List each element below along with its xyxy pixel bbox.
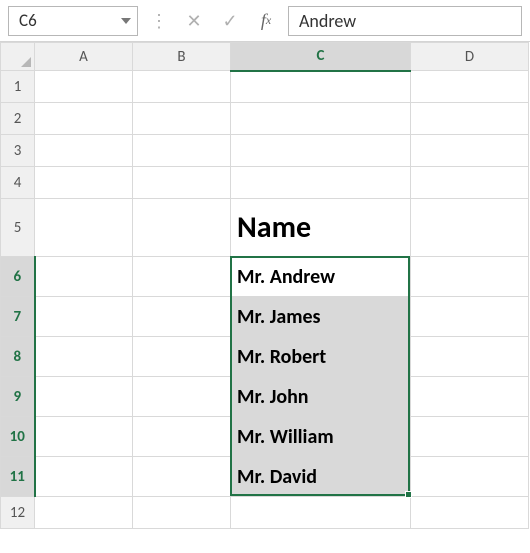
cancel-icon[interactable]: ✕	[180, 7, 208, 35]
cell-A1[interactable]	[35, 71, 133, 103]
cell-C7[interactable]: Mr. James	[231, 297, 411, 337]
row-header-12[interactable]: 12	[1, 497, 35, 529]
cell-B6[interactable]	[133, 257, 231, 297]
row-header-5[interactable]: 5	[1, 199, 35, 257]
cell-D7[interactable]	[411, 297, 529, 337]
select-all-corner[interactable]	[1, 43, 35, 71]
spreadsheet-grid[interactable]: ABCD12345Name6Mr. Andrew7Mr. James8Mr. R…	[0, 42, 530, 529]
accept-icon[interactable]: ✓	[216, 7, 244, 35]
row-header-10[interactable]: 10	[1, 417, 35, 457]
cell-D2[interactable]	[411, 103, 529, 135]
cell-B1[interactable]	[133, 71, 231, 103]
cell-A10[interactable]	[35, 417, 133, 457]
col-header-B[interactable]: B	[133, 43, 231, 71]
cell-C4[interactable]	[231, 167, 411, 199]
cell-D9[interactable]	[411, 377, 529, 417]
cell-A4[interactable]	[35, 167, 133, 199]
cell-C5[interactable]: Name	[231, 199, 411, 257]
cell-A6[interactable]	[35, 257, 133, 297]
col-header-D[interactable]: D	[411, 43, 529, 71]
cell-C1[interactable]	[231, 71, 411, 103]
row-header-7[interactable]: 7	[1, 297, 35, 337]
cell-B7[interactable]	[133, 297, 231, 337]
chevron-down-icon	[121, 18, 131, 24]
cell-C12[interactable]	[231, 497, 411, 529]
row-header-11[interactable]: 11	[1, 457, 35, 497]
cell-D12[interactable]	[411, 497, 529, 529]
row-header-6[interactable]: 6	[1, 257, 35, 297]
cell-C2[interactable]	[231, 103, 411, 135]
cell-B2[interactable]	[133, 103, 231, 135]
cell-B10[interactable]	[133, 417, 231, 457]
row-header-3[interactable]: 3	[1, 135, 35, 167]
cell-A3[interactable]	[35, 135, 133, 167]
row-header-4[interactable]: 4	[1, 167, 35, 199]
row-header-1[interactable]: 1	[1, 71, 35, 103]
cell-A5[interactable]	[35, 199, 133, 257]
cell-D11[interactable]	[411, 457, 529, 497]
cell-C8[interactable]: Mr. Robert	[231, 337, 411, 377]
fx-icon[interactable]: fx	[252, 7, 280, 35]
cell-C6[interactable]: Mr. Andrew	[231, 257, 411, 297]
cell-B9[interactable]	[133, 377, 231, 417]
formula-bar: C6 ⋮ ✕ ✓ fx Andrew	[0, 0, 530, 42]
col-header-A[interactable]: A	[35, 43, 133, 71]
cell-A12[interactable]	[35, 497, 133, 529]
formula-input-value: Andrew	[299, 10, 356, 32]
name-box[interactable]: C6	[8, 6, 138, 36]
cell-D6[interactable]	[411, 257, 529, 297]
cell-C9[interactable]: Mr. John	[231, 377, 411, 417]
cell-D4[interactable]	[411, 167, 529, 199]
row-header-9[interactable]: 9	[1, 377, 35, 417]
cell-B4[interactable]	[133, 167, 231, 199]
cell-A7[interactable]	[35, 297, 133, 337]
cell-D1[interactable]	[411, 71, 529, 103]
row-header-8[interactable]: 8	[1, 337, 35, 377]
cell-C11[interactable]: Mr. David	[231, 457, 411, 497]
cell-D10[interactable]	[411, 417, 529, 457]
cell-A11[interactable]	[35, 457, 133, 497]
cell-B12[interactable]	[133, 497, 231, 529]
cell-A2[interactable]	[35, 103, 133, 135]
col-header-C[interactable]: C	[231, 43, 411, 71]
cell-A8[interactable]	[35, 337, 133, 377]
cell-C3[interactable]	[231, 135, 411, 167]
formula-input[interactable]: Andrew	[288, 6, 522, 36]
cell-B5[interactable]	[133, 199, 231, 257]
cell-A9[interactable]	[35, 377, 133, 417]
cell-B3[interactable]	[133, 135, 231, 167]
cell-D3[interactable]	[411, 135, 529, 167]
cell-D8[interactable]	[411, 337, 529, 377]
cell-D5[interactable]	[411, 199, 529, 257]
row-header-2[interactable]: 2	[1, 103, 35, 135]
cell-B11[interactable]	[133, 457, 231, 497]
name-box-value: C6	[19, 10, 37, 31]
cell-C10[interactable]: Mr. William	[231, 417, 411, 457]
divider-icon: ⋮	[146, 10, 172, 32]
cell-B8[interactable]	[133, 337, 231, 377]
